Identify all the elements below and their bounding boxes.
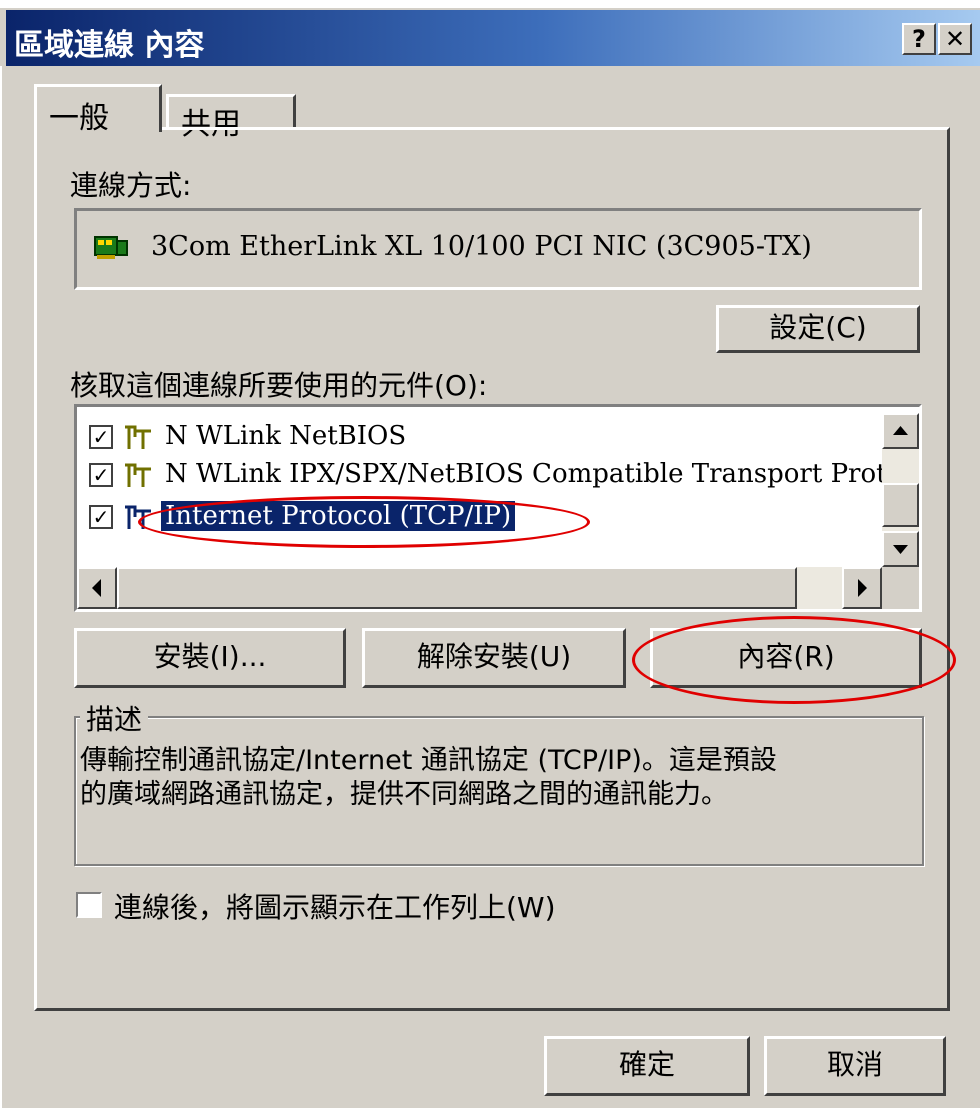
tab-general-label: 一般	[49, 101, 109, 136]
list-item-selected[interactable]: ✓ Internet Protocol (TCP/IP)	[89, 499, 889, 539]
component-checkbox[interactable]: ✓	[89, 425, 113, 449]
arrow-left-icon	[92, 579, 101, 597]
horizontal-scrollbar[interactable]	[77, 567, 882, 609]
window-title: 區域連線 內容	[14, 28, 205, 63]
vertical-scrollbar[interactable]	[882, 413, 919, 567]
scroll-up-button[interactable]	[882, 413, 919, 449]
protocol-icon	[125, 505, 151, 529]
help-button[interactable]: ?	[902, 23, 936, 55]
component-label: N WLink NetBIOS	[165, 421, 407, 451]
scroll-thumb[interactable]	[882, 483, 919, 527]
arrow-down-icon	[893, 545, 908, 554]
horizontal-scroll-thumb[interactable]	[117, 567, 797, 609]
adapter-box: 3Com EtherLink XL 10/100 PCI NIC (3C905-…	[74, 208, 922, 290]
component-label-selected: Internet Protocol (TCP/IP)	[161, 501, 516, 531]
network-adapter-icon	[94, 236, 128, 259]
window-left-border	[0, 66, 6, 1108]
show-icon-label: 連線後，將圖示顯示在工作列上(W)	[114, 891, 556, 924]
protocol-icon	[125, 463, 151, 487]
tab-sharing[interactable]: 共用	[166, 94, 296, 142]
screen-top-edge	[0, 0, 980, 8]
tab-general[interactable]: 一般	[34, 84, 162, 136]
component-label: N WLink IPX/SPX/NetBIOS Compatible Trans…	[165, 459, 917, 489]
component-checkbox[interactable]: ✓	[89, 505, 113, 529]
scroll-left-button[interactable]	[77, 567, 117, 609]
arrow-right-icon	[858, 579, 867, 597]
list-item[interactable]: ✓ N WLink IPX/SPX/NetBIOS Compatible Tra…	[89, 457, 917, 497]
component-checkbox[interactable]: ✓	[89, 463, 113, 487]
uninstall-button[interactable]: 解除安裝(U)	[362, 628, 626, 688]
close-button[interactable]: ✕	[938, 23, 972, 55]
list-item[interactable]: ✓ N WLink NetBIOS	[89, 419, 889, 459]
components-label: 核取這個連線所要使用的元件(O):	[70, 369, 488, 402]
components-list[interactable]: ✓ N WLink NetBIOS ✓ N WLink IPX/SPX/NetB…	[74, 404, 922, 612]
arrow-up-icon	[893, 426, 908, 435]
protocol-icon	[125, 425, 151, 449]
properties-dialog: 區域連線 內容 ? ✕ 一般 共用 連線方式: 3Com EtherLink X…	[0, 0, 980, 1108]
cancel-button[interactable]: 取消	[764, 1036, 946, 1096]
install-button[interactable]: 安裝(I)...	[74, 628, 346, 688]
scrollbar-corner	[882, 567, 919, 609]
scroll-right-button[interactable]	[842, 567, 882, 609]
adapter-name: 3Com EtherLink XL 10/100 PCI NIC (3C905-…	[151, 231, 812, 262]
connect-using-label: 連線方式:	[70, 169, 192, 202]
show-icon-checkbox[interactable]	[76, 892, 102, 918]
properties-button[interactable]: 內容(R)	[650, 628, 922, 688]
title-bar[interactable]: 區域連線 內容 ? ✕	[6, 10, 980, 66]
scroll-down-button[interactable]	[882, 531, 919, 567]
configure-button[interactable]: 設定(C)	[716, 305, 920, 353]
ok-button[interactable]: 確定	[544, 1036, 750, 1096]
description-line-2: 的廣域網路通訊協定，提供不同網路之間的通訊能力。	[80, 779, 728, 810]
description-legend: 描述	[80, 698, 149, 738]
